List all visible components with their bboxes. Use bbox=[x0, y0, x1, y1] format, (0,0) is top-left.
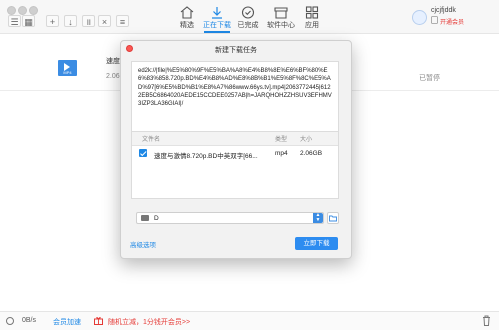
vip-accelerate-link[interactable]: 会员加速 bbox=[53, 317, 81, 327]
file-type: mp4 bbox=[275, 150, 288, 157]
active-tab-indicator bbox=[204, 31, 230, 33]
vip-icon bbox=[431, 16, 438, 24]
download-now-button[interactable]: 立即下载 bbox=[295, 237, 338, 250]
gift-icon bbox=[94, 317, 103, 325]
file-name: 速度与激情8.720p.BD中英双字[66... bbox=[154, 153, 258, 160]
more-icon[interactable]: ≡ bbox=[116, 15, 129, 27]
save-path-select[interactable]: D ▲ ▼ bbox=[136, 212, 324, 224]
file-list: 文件名 类型 大小 速度与激情8.720p.BD中英双字[66... mp4 2… bbox=[131, 131, 339, 199]
file-size: 2.06GB bbox=[300, 150, 323, 157]
browse-folder-button[interactable] bbox=[327, 212, 339, 224]
file-row[interactable]: 速度与激情8.720p.BD中英双字[66... mp4 2.06GB bbox=[132, 145, 338, 162]
trash-icon[interactable] bbox=[482, 315, 491, 326]
column-filename: 文件名 bbox=[142, 137, 161, 143]
grid-view-icon[interactable]: ▦ bbox=[22, 15, 35, 27]
column-size: 大小 bbox=[300, 137, 313, 143]
dialog-title: 新建下载任务 bbox=[215, 47, 257, 54]
advanced-options-link[interactable]: 高级选项 bbox=[130, 239, 156, 249]
drive-icon bbox=[141, 215, 149, 221]
minimize-window-icon[interactable] bbox=[18, 6, 27, 15]
top-toolbar: ☰ ▦ + ↓ ॥ × ≡ 精选 正在下载 已完成 软件中心 应用 cjcjfj… bbox=[0, 0, 499, 34]
task-size: 2.06 bbox=[106, 73, 120, 80]
task-name: 速度 bbox=[106, 58, 120, 65]
promo-link[interactable]: 随机立减，1分钱开会员>> bbox=[108, 317, 190, 327]
check-circle-icon bbox=[241, 6, 255, 19]
folder-icon bbox=[329, 215, 337, 222]
tab-completed[interactable]: 已完成 bbox=[233, 0, 263, 33]
status-bar: 0B/s 会员加速 随机立减，1分钱开会员>> bbox=[0, 311, 499, 330]
home-icon bbox=[180, 6, 194, 19]
video-file-icon: MP4 bbox=[58, 60, 77, 76]
username[interactable]: cjcjfjddk bbox=[431, 7, 456, 14]
open-vip-link[interactable]: 开通会员 bbox=[440, 17, 464, 26]
file-list-header: 文件名 类型 大小 bbox=[132, 132, 338, 146]
pause-icon[interactable]: ॥ bbox=[82, 15, 95, 27]
grid-icon bbox=[305, 6, 319, 19]
tab-software-center[interactable]: 软件中心 bbox=[266, 0, 296, 33]
tab-downloading[interactable]: 正在下载 bbox=[202, 0, 232, 33]
close-window-icon[interactable] bbox=[7, 6, 16, 15]
download-arrow-icon[interactable]: ↓ bbox=[64, 15, 77, 27]
task-status: 已暂停 bbox=[419, 75, 440, 82]
speed-icon bbox=[6, 317, 14, 325]
column-type: 类型 bbox=[275, 137, 288, 143]
url-text: ed2k://|file|%E5%80%9F%E5%BA%A8%E4%B8%8E… bbox=[138, 68, 332, 108]
new-download-dialog: 新建下载任务 ed2k://|file|%E5%80%9F%E5%BA%A8%E… bbox=[120, 40, 352, 259]
maximize-window-icon[interactable] bbox=[29, 6, 38, 15]
chevron-updown-icon: ▲ ▼ bbox=[313, 213, 323, 223]
store-icon bbox=[274, 7, 288, 19]
save-path-value: D bbox=[154, 214, 159, 222]
list-view-icon[interactable]: ☰ bbox=[8, 15, 21, 27]
add-task-icon[interactable]: + bbox=[46, 15, 59, 27]
avatar[interactable] bbox=[412, 10, 427, 25]
download-speed: 0B/s bbox=[22, 317, 37, 324]
delete-icon[interactable]: × bbox=[98, 15, 111, 27]
download-icon bbox=[212, 7, 222, 19]
file-checkbox[interactable] bbox=[139, 149, 147, 157]
tab-apps[interactable]: 应用 bbox=[297, 0, 327, 33]
